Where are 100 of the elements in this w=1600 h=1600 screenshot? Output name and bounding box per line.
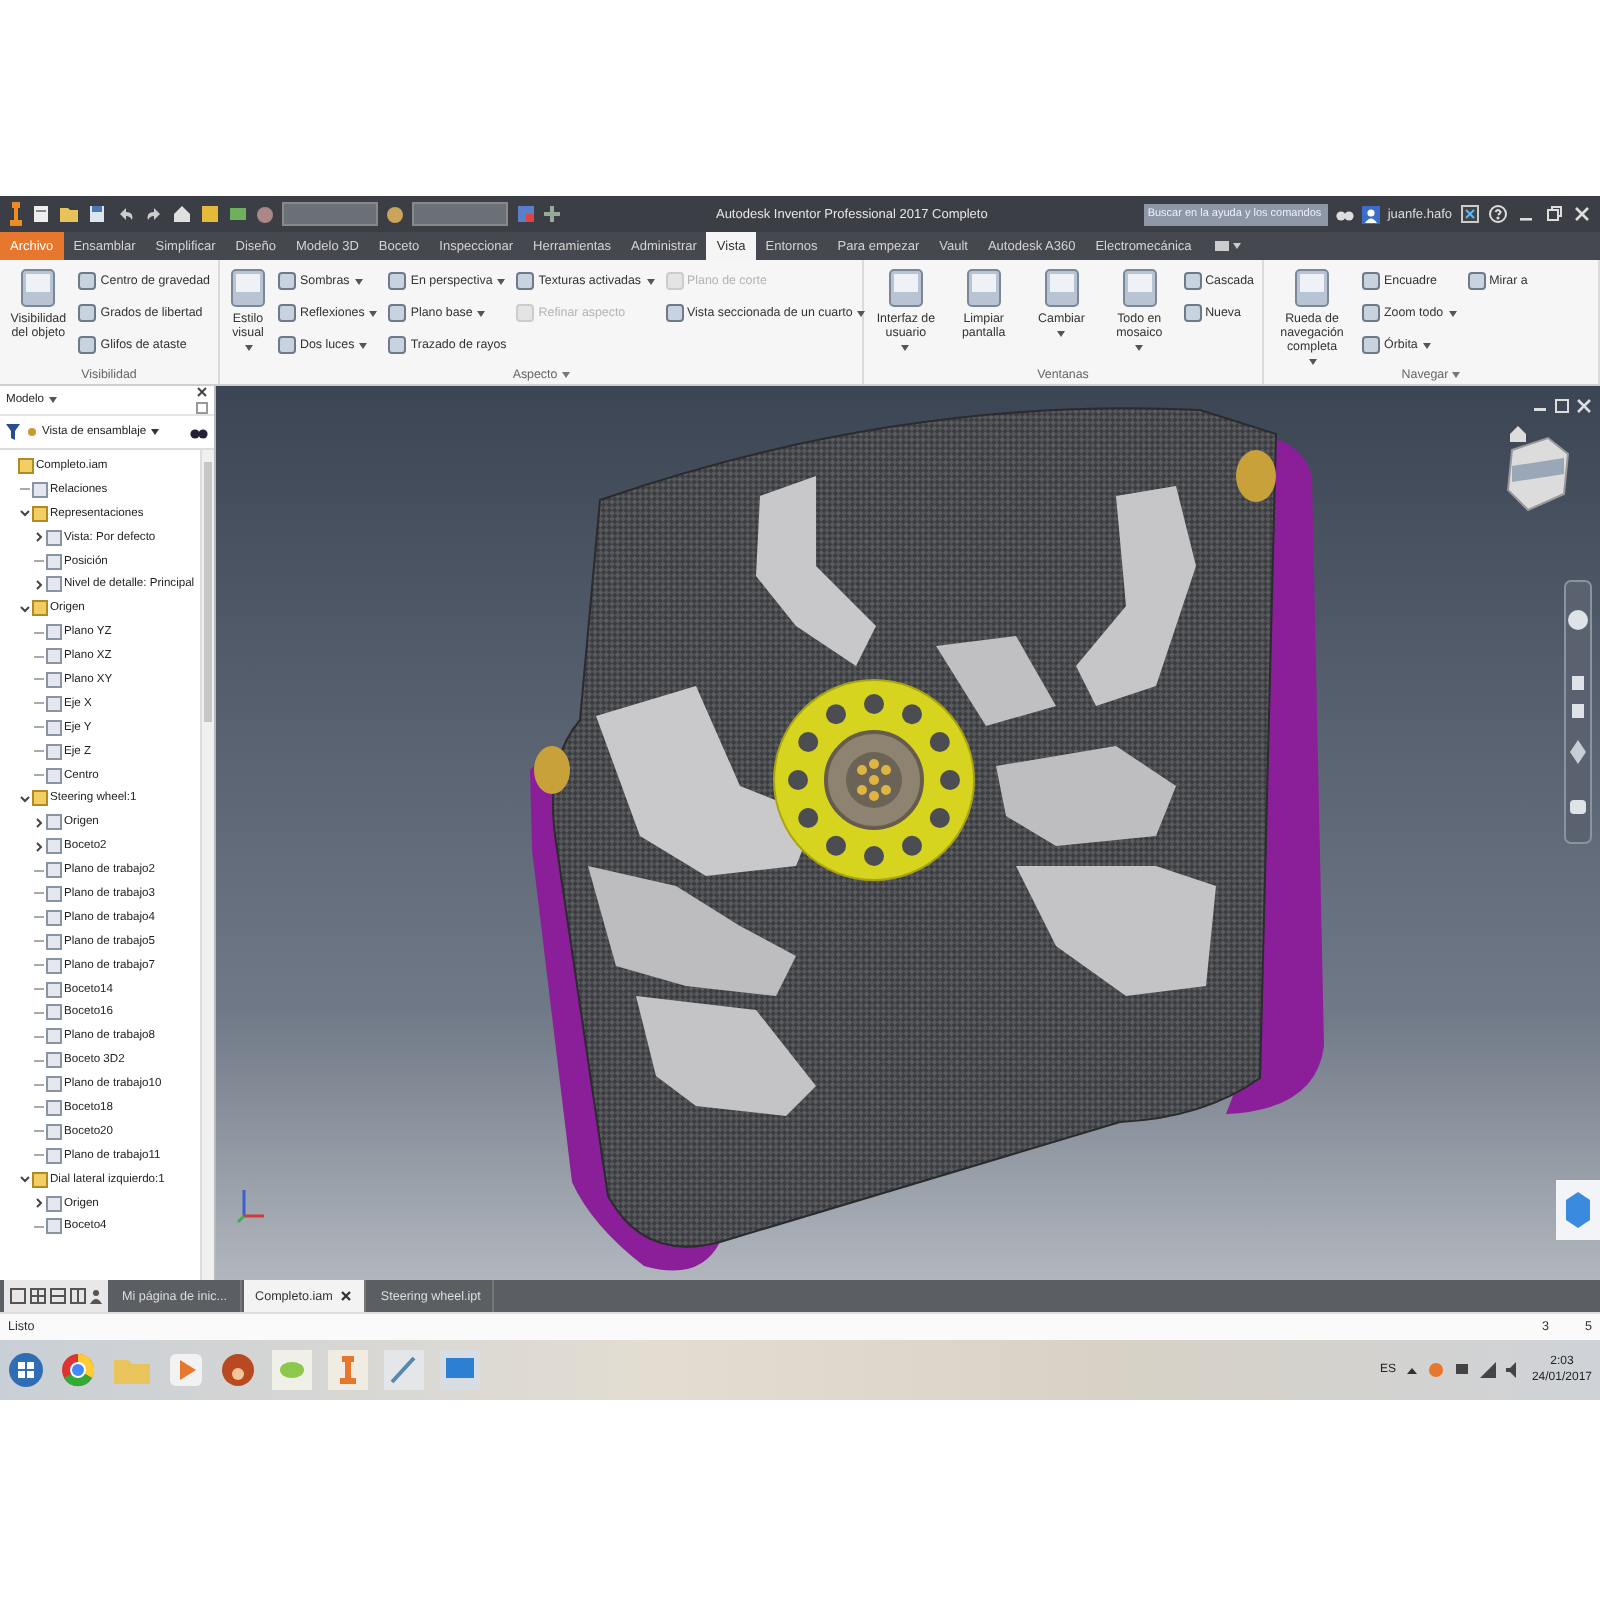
tree-line-icon xyxy=(33,698,43,709)
tree-line-icon xyxy=(33,865,43,876)
tree-line-icon xyxy=(33,651,43,662)
tree-line-icon xyxy=(33,1031,43,1042)
appearance-ball-icon[interactable] xyxy=(386,205,404,223)
tree-node-icon xyxy=(32,600,48,617)
tool-icon xyxy=(228,268,268,308)
user-icon[interactable] xyxy=(1361,205,1380,223)
tree-line-icon xyxy=(33,1079,43,1090)
tool-icon xyxy=(885,268,926,308)
plus-icon[interactable] xyxy=(544,206,560,222)
tree-node-icon xyxy=(46,553,62,569)
material-ball-icon[interactable] xyxy=(256,205,274,223)
tree-line-icon xyxy=(33,936,43,947)
remote-desktop-icon[interactable] xyxy=(440,1350,480,1390)
chevron-right-icon[interactable] xyxy=(33,1198,43,1209)
navigation-bar[interactable] xyxy=(1564,580,1592,844)
tree-line-icon xyxy=(33,674,43,685)
tree-line-icon xyxy=(33,1007,43,1018)
chevron-right-icon[interactable] xyxy=(33,579,43,590)
chevron-down-icon[interactable] xyxy=(19,603,29,614)
close-icon[interactable] xyxy=(340,1290,353,1302)
caret-icon[interactable] xyxy=(1405,1365,1418,1375)
tool-icon xyxy=(963,268,1004,308)
tree-node-icon xyxy=(46,1004,62,1021)
tree-node-icon xyxy=(32,1171,48,1188)
chevron-right-icon[interactable] xyxy=(33,532,43,543)
person-icon[interactable] xyxy=(90,1288,102,1304)
vertical-split-icon[interactable] xyxy=(70,1288,86,1304)
tree-node-icon xyxy=(46,814,62,831)
tree-node-icon xyxy=(46,1099,62,1116)
tree-line-icon xyxy=(33,1150,43,1161)
tree-line-icon xyxy=(33,888,43,899)
chevron-down-icon[interactable] xyxy=(19,508,29,519)
signal-icon[interactable] xyxy=(1479,1362,1496,1378)
tree-node-icon xyxy=(46,671,62,688)
tree-node-icon xyxy=(46,576,62,593)
tree-node-icon xyxy=(46,1028,62,1045)
chevron-down-icon[interactable] xyxy=(19,793,29,804)
horizontal-split-icon[interactable] xyxy=(50,1288,66,1304)
close-icon[interactable] xyxy=(196,386,208,398)
tree-node-icon xyxy=(18,457,34,474)
tree-line-icon xyxy=(33,627,43,638)
folder-icon[interactable] xyxy=(60,204,80,224)
home-icon[interactable] xyxy=(172,204,192,224)
tool-icon xyxy=(1292,268,1332,308)
tool-icon xyxy=(1041,268,1082,308)
chevron-right-icon[interactable] xyxy=(33,841,43,852)
tree-line-icon xyxy=(33,1126,43,1137)
windows-logo-icon[interactable] xyxy=(8,1352,44,1388)
app-badge-icon[interactable] xyxy=(1556,1180,1600,1240)
tree-line-icon xyxy=(33,770,43,781)
drawing-app-icon[interactable] xyxy=(384,1350,424,1390)
tree-node-icon xyxy=(46,529,62,546)
viewcube-icon[interactable] xyxy=(1504,434,1572,514)
browser-icon[interactable] xyxy=(60,1352,96,1388)
tree-node-icon xyxy=(46,1218,62,1235)
tile-icon[interactable] xyxy=(30,1288,46,1304)
tree-line-icon xyxy=(33,912,43,923)
cascade-icon[interactable] xyxy=(10,1288,26,1304)
steering-wheel-drawing[interactable] xyxy=(530,407,1324,1271)
tree-node-icon xyxy=(46,648,62,665)
home-icon[interactable] xyxy=(1510,426,1526,442)
tree-node-icon xyxy=(46,1076,62,1093)
assembly-view-icon xyxy=(26,426,38,438)
speaker-icon[interactable] xyxy=(1505,1362,1522,1378)
chevron-down-icon[interactable] xyxy=(19,1174,29,1185)
binoculars-icon[interactable] xyxy=(1335,206,1354,222)
caret-icon xyxy=(48,396,59,404)
tree-node-icon xyxy=(46,1147,62,1164)
tree-node-icon xyxy=(32,790,48,807)
restore-icon[interactable] xyxy=(1554,398,1570,414)
chevron-right-icon[interactable] xyxy=(33,817,43,828)
tree-node-icon xyxy=(46,909,62,926)
caret-icon xyxy=(150,428,161,436)
filter-icon[interactable] xyxy=(6,424,20,440)
tree-node-icon xyxy=(46,957,62,974)
tree-node-icon xyxy=(32,505,48,522)
caret-icon xyxy=(368,309,379,317)
caret-icon xyxy=(900,344,911,352)
tree-node-icon xyxy=(46,767,62,784)
binoculars-icon[interactable] xyxy=(190,424,208,440)
tool-icon xyxy=(1119,268,1160,308)
new-document-icon[interactable] xyxy=(32,204,52,224)
logo-icon[interactable] xyxy=(8,202,24,226)
caret-icon xyxy=(1307,358,1317,366)
restore-icon[interactable] xyxy=(1544,204,1564,224)
undo-arrow-icon[interactable] xyxy=(116,204,136,224)
media-player-icon[interactable] xyxy=(168,1352,204,1388)
tree-node-icon xyxy=(46,981,62,998)
tree-node-icon xyxy=(46,1195,62,1212)
exchange-icon[interactable] xyxy=(1460,204,1480,224)
tree-node-icon xyxy=(46,885,62,902)
tree-node-icon xyxy=(46,862,62,879)
redo-arrow-icon[interactable] xyxy=(144,204,164,224)
tree-line-icon xyxy=(33,556,43,566)
caret-icon xyxy=(496,277,507,285)
scrollbar[interactable] xyxy=(200,450,214,1280)
caret-icon xyxy=(1447,309,1458,317)
color-override-icon[interactable] xyxy=(516,204,536,224)
